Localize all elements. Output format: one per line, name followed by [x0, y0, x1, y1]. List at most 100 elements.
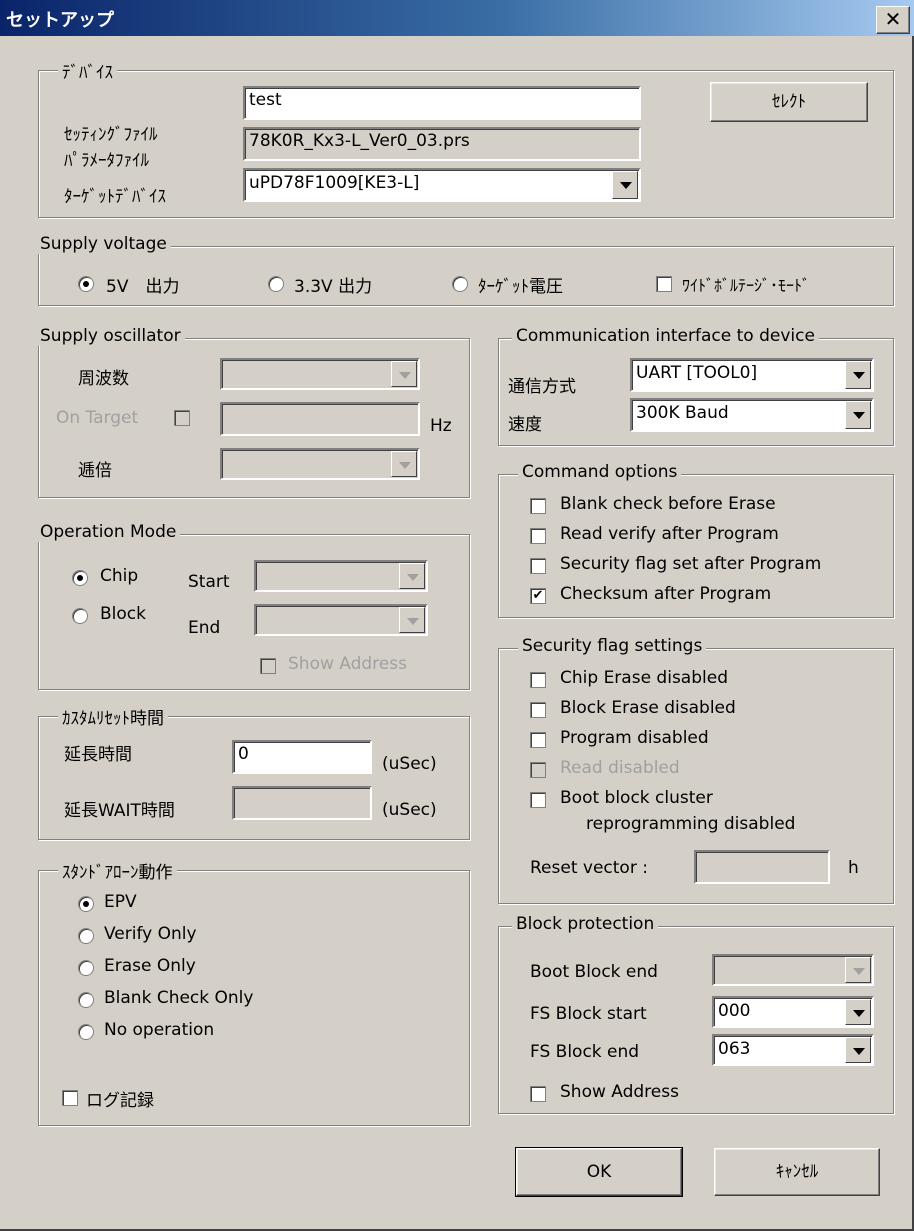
- cmd-option-checkbox[interactable]: [530, 528, 546, 544]
- show-address-checkbox-opmode: [260, 658, 276, 674]
- chip-erase-label: Chip Erase disabled: [560, 668, 728, 688]
- comm-speed-select[interactable]: 300K Baud: [630, 398, 874, 432]
- reset-vector-input: [694, 850, 830, 884]
- close-button[interactable]: ✕: [876, 6, 910, 34]
- supply-voltage-label: Supply voltage: [36, 234, 171, 254]
- block-protection-label: Block protection: [512, 914, 659, 934]
- comm-label: Communication interface to device: [512, 326, 819, 346]
- radio-chip[interactable]: [72, 570, 88, 586]
- radio-epv[interactable]: [78, 896, 94, 912]
- radio-target-voltage[interactable]: [452, 276, 468, 292]
- fs-block-end-label: FS Block end: [530, 1042, 640, 1062]
- read-disabled-checkbox: [530, 762, 546, 778]
- fs-block-end-value: 063: [718, 1039, 751, 1059]
- block-erase-checkbox[interactable]: [530, 702, 546, 718]
- parameter-file-label: ﾊﾟﾗﾒｰﾀﾌｧｲﾙ: [64, 151, 149, 171]
- radio-5v[interactable]: [78, 276, 94, 292]
- start-label: Start: [188, 572, 230, 592]
- comm-method-value: UART [TOOL0]: [636, 363, 758, 383]
- chevron-down-icon: [399, 607, 425, 633]
- radio-target-voltage-label: ﾀｰｹﾞｯﾄ電圧: [478, 277, 563, 297]
- fs-block-start-select[interactable]: 000: [712, 996, 874, 1028]
- log-checkbox[interactable]: [62, 1090, 78, 1106]
- extend-time-input[interactable]: 0: [232, 740, 372, 774]
- radio-block[interactable]: [72, 608, 88, 624]
- radio-blank-check-only-label: Blank Check Only: [104, 988, 254, 1008]
- show-address-label-block: Show Address: [560, 1082, 679, 1102]
- window-title: セットアップ: [6, 10, 114, 31]
- program-disabled-checkbox[interactable]: [530, 732, 546, 748]
- extend-wait-unit: (uSec): [382, 800, 437, 820]
- start-select: [254, 560, 428, 592]
- fs-block-start-label: FS Block start: [530, 1004, 647, 1024]
- custom-reset-group: ｶｽﾀﾑﾘｾｯﾄ時間: [38, 704, 470, 840]
- on-target-label: On Target: [56, 408, 139, 428]
- radio-blank-check-only[interactable]: [78, 992, 94, 1008]
- extend-time-label: 延長時間: [64, 745, 132, 765]
- radio-3v3-label: 3.3V 出力: [294, 277, 373, 297]
- checkmark-icon: ✔: [532, 588, 544, 603]
- setting-file-input[interactable]: test: [243, 86, 641, 120]
- fs-block-start-value: 000: [718, 1001, 751, 1021]
- boot-block-end-label: Boot Block end: [530, 962, 658, 982]
- chevron-down-icon: [399, 563, 425, 589]
- comm-speed-value: 300K Baud: [636, 403, 729, 423]
- extend-time-unit: (uSec): [382, 754, 437, 774]
- wide-voltage-checkbox[interactable]: [656, 276, 672, 292]
- boot-block-label-1: Boot block cluster: [560, 788, 713, 808]
- supply-oscillator-label: Supply oscillator: [36, 326, 185, 346]
- device-group-label: ﾃﾞﾊﾞｲｽ: [58, 58, 117, 83]
- radio-verify-only[interactable]: [78, 928, 94, 944]
- comm-method-select[interactable]: UART [TOOL0]: [630, 358, 874, 392]
- chevron-down-icon: [391, 451, 417, 477]
- target-device-value: uPD78F1009[KE3-L]: [249, 173, 420, 193]
- command-options-label: Command options: [518, 462, 682, 482]
- fs-block-end-select[interactable]: 063: [712, 1034, 874, 1066]
- extend-wait-input: [232, 786, 372, 820]
- target-device-label: ﾀｰｹﾞｯﾄﾃﾞﾊﾞｲｽ: [64, 187, 166, 207]
- cancel-button[interactable]: ｷｬﾝｾﾙ: [714, 1148, 880, 1196]
- cmd-option-checkbox[interactable]: [530, 498, 546, 514]
- end-select: [254, 604, 428, 636]
- multiplier-label: 逓倍: [78, 461, 112, 481]
- chevron-down-icon: [845, 957, 871, 983]
- cmd-option-label: Checksum after Program: [560, 584, 772, 604]
- chevron-down-icon[interactable]: [845, 999, 871, 1025]
- hz-label: Hz: [430, 416, 452, 436]
- cmd-option-label: Security flag set after Program: [560, 554, 822, 574]
- reset-vector-unit: h: [848, 858, 859, 878]
- show-address-checkbox-block[interactable]: [530, 1086, 546, 1102]
- multiplier-select: [220, 448, 420, 480]
- target-device-select[interactable]: uPD78F1009[KE3-L]: [243, 168, 641, 202]
- extend-wait-label: 延長WAIT時間: [64, 801, 175, 821]
- show-address-label-opmode: Show Address: [288, 654, 407, 674]
- select-button[interactable]: ｾﾚｸﾄ: [710, 82, 868, 122]
- end-label: End: [188, 618, 221, 638]
- boot-block-end-select: [712, 954, 874, 986]
- radio-erase-only-label: Erase Only: [104, 956, 196, 976]
- frequency-select: [220, 358, 420, 390]
- ok-button[interactable]: OK: [515, 1147, 683, 1197]
- radio-no-operation[interactable]: [78, 1024, 94, 1040]
- reset-vector-label: Reset vector :: [530, 858, 648, 878]
- custom-reset-label: ｶｽﾀﾑﾘｾｯﾄ時間: [58, 704, 168, 729]
- title-bar: [0, 0, 914, 36]
- radio-no-operation-label: No operation: [104, 1020, 215, 1040]
- checksum-checkbox[interactable]: ✔: [530, 588, 546, 604]
- chevron-down-icon[interactable]: [612, 171, 638, 199]
- boot-block-checkbox[interactable]: [530, 792, 546, 808]
- security-label: Security flag settings: [518, 636, 707, 656]
- chip-erase-checkbox[interactable]: [530, 672, 546, 688]
- chevron-down-icon[interactable]: [845, 401, 871, 429]
- cmd-option-label: Blank check before Erase: [560, 494, 776, 514]
- operation-mode-label: Operation Mode: [36, 522, 181, 542]
- chevron-down-icon: [391, 361, 417, 387]
- cmd-option-checkbox[interactable]: [530, 558, 546, 574]
- chevron-down-icon[interactable]: [845, 361, 871, 389]
- radio-verify-only-label: Verify Only: [104, 924, 197, 944]
- chevron-down-icon[interactable]: [845, 1037, 871, 1063]
- radio-erase-only[interactable]: [78, 960, 94, 976]
- radio-3v3[interactable]: [268, 276, 284, 292]
- log-label: ログ記録: [86, 1091, 154, 1111]
- radio-5v-label: 5V 出力: [106, 277, 180, 297]
